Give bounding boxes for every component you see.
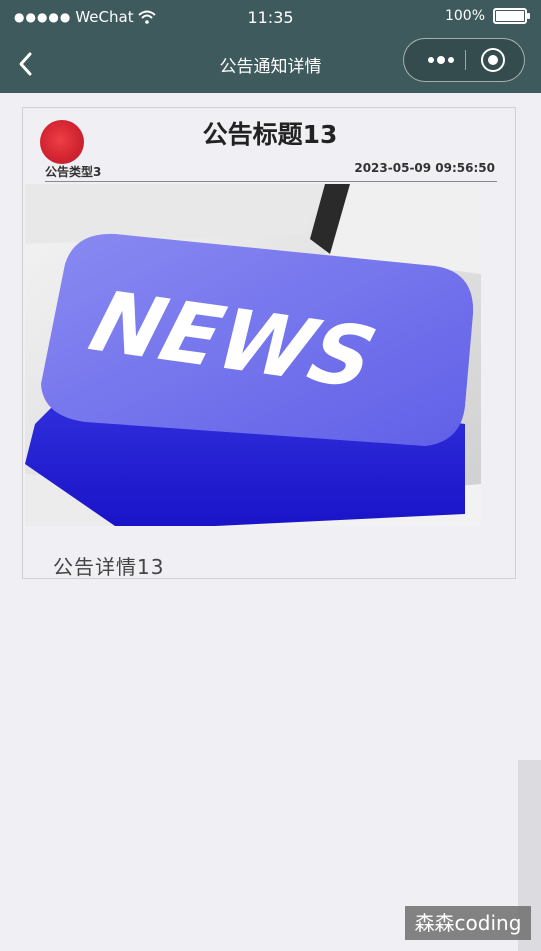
news-image: NEWS — [25, 184, 481, 526]
watermark: 森森coding — [405, 906, 531, 940]
nav-bar: 公告通知详情 — [0, 36, 541, 93]
capsule-divider — [465, 50, 466, 70]
close-miniprogram-icon[interactable] — [481, 48, 505, 72]
battery-percent: 100% — [444, 8, 485, 24]
divider — [45, 181, 497, 182]
announcement-card: 公告标题13 公告类型3 2023-05-09 09:56:50 NEWS 公告… — [22, 107, 516, 579]
announcement-detail: 公告详情13 — [53, 555, 165, 579]
announcement-datetime: 2023-05-09 09:56:50 — [354, 161, 495, 175]
status-bar: ●●●●● WeChat 11:35 100% — [0, 0, 541, 36]
status-right: 100% — [444, 8, 530, 24]
miniprogram-capsule — [403, 38, 525, 82]
announcement-type: 公告类型3 — [45, 165, 102, 179]
battery-icon — [493, 8, 530, 24]
more-menu-button[interactable] — [416, 39, 466, 81]
announcement-title: 公告标题13 — [202, 120, 338, 149]
top-bar: ●●●●● WeChat 11:35 100% 公告通知详情 — [0, 0, 541, 93]
